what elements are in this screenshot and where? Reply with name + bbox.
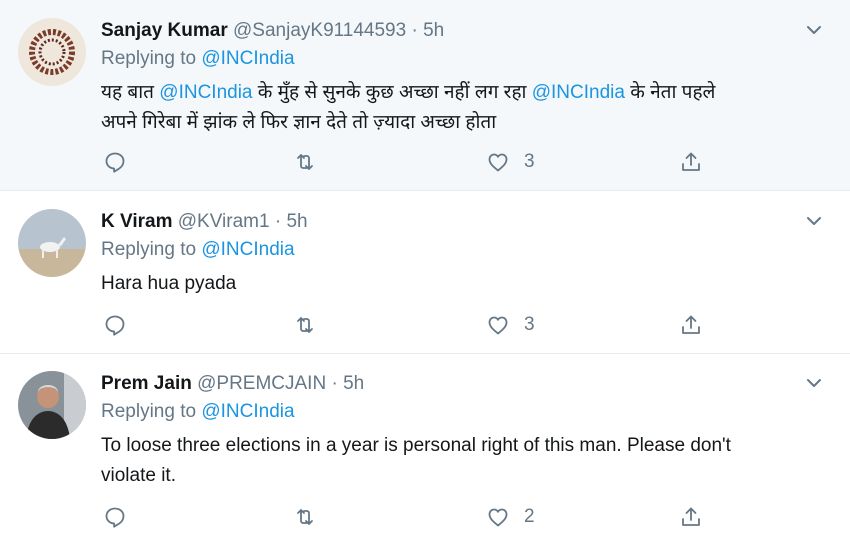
text-segment: violate it. <box>101 465 176 486</box>
mention-link[interactable]: @INCIndia <box>201 239 294 260</box>
replying-to: Replying to @INCIndia <box>101 46 820 76</box>
share-icon <box>682 152 700 171</box>
tweet[interactable]: K Viram @KViram1 · 5h Replying to @INCIn… <box>0 191 850 354</box>
mention-link[interactable]: @INCIndia <box>201 401 294 422</box>
like-button[interactable]: 3 <box>486 312 535 338</box>
heart-icon <box>488 316 508 335</box>
text-segment: अपने गिरेबा में झांक ले फिर ज्ञान देते त… <box>101 112 497 133</box>
reply-button[interactable] <box>103 504 127 530</box>
avatar[interactable] <box>18 18 86 86</box>
mention-link[interactable]: @INCIndia <box>201 48 294 69</box>
reply-icon <box>105 315 125 336</box>
share-icon <box>682 315 700 334</box>
separator-dot: · <box>274 211 282 232</box>
display-name[interactable]: K Viram <box>101 211 172 232</box>
like-count: 2 <box>524 506 535 527</box>
separator-dot: · <box>331 373 338 394</box>
retweet-icon <box>297 154 313 170</box>
like-button[interactable]: 2 <box>486 504 535 530</box>
user-handle[interactable]: @PREMCJAIN <box>197 373 326 394</box>
separator-dot: · <box>411 20 418 41</box>
chevron-down-icon[interactable] <box>804 373 824 393</box>
tweet-actions: 3 <box>101 149 721 175</box>
share-button[interactable] <box>679 312 703 338</box>
share-button[interactable] <box>679 149 703 175</box>
tweet-text: To loose three elections in a year is pe… <box>101 431 820 491</box>
replying-to-label: Replying to <box>101 48 202 69</box>
display-name[interactable]: Sanjay Kumar <box>101 20 228 41</box>
reply-icon <box>105 152 125 173</box>
text-segment: के नेता पहले <box>624 82 716 103</box>
like-button[interactable]: 3 <box>486 149 535 175</box>
avatar[interactable] <box>18 209 86 277</box>
replying-to: Replying to @INCIndia <box>101 399 820 429</box>
tweet-header: K Viram @KViram1 · 5h <box>101 209 821 235</box>
mention-link[interactable]: @INCIndia <box>159 82 252 103</box>
heart-icon <box>488 153 508 172</box>
reply-button[interactable] <box>103 149 127 175</box>
avatar[interactable] <box>18 371 86 439</box>
mention-link[interactable]: @INCIndia <box>532 82 625 103</box>
text-segment: यह बात <box>101 82 160 103</box>
retweet-icon <box>297 317 313 333</box>
like-count: 3 <box>524 151 535 172</box>
user-handle[interactable]: @SanjayK91144593 <box>233 20 406 41</box>
retweet-button[interactable] <box>293 149 317 175</box>
timestamp[interactable]: 5h <box>343 373 364 394</box>
heart-icon <box>488 508 508 527</box>
display-name[interactable]: Prem Jain <box>101 373 192 394</box>
tweet-actions: 2 <box>101 504 721 530</box>
replying-to-label: Replying to <box>101 239 202 260</box>
retweet-icon <box>297 509 313 525</box>
reply-button[interactable] <box>103 312 127 338</box>
share-button[interactable] <box>679 504 703 530</box>
chevron-down-icon[interactable] <box>804 211 824 231</box>
replying-to: Replying to @INCIndia <box>101 237 820 267</box>
tweet-text: Hara hua pyada <box>101 273 237 294</box>
reply-icon <box>105 507 125 528</box>
tweet-actions: 3 <box>101 312 721 338</box>
tweet[interactable]: Prem Jain @PREMCJAIN · 5h Replying to @I… <box>0 354 850 550</box>
tweet-header: Sanjay Kumar @SanjayK91144593 · 5h <box>101 18 821 44</box>
like-count: 3 <box>524 314 535 335</box>
text-segment: To loose three elections in a year is pe… <box>101 435 731 456</box>
timestamp[interactable]: 5h <box>286 211 307 232</box>
retweet-button[interactable] <box>293 504 317 530</box>
tweet[interactable]: Sanjay Kumar @SanjayK91144593 · 5h Reply… <box>0 0 850 191</box>
chevron-down-icon[interactable] <box>804 20 824 40</box>
tweet-text: यह बात @INCIndia के मुँह से सुनके कुछ अच… <box>101 78 820 138</box>
tweet-header: Prem Jain @PREMCJAIN · 5h <box>101 371 821 397</box>
timestamp[interactable]: 5h <box>423 20 444 41</box>
replying-to-label: Replying to <box>101 401 202 422</box>
share-icon <box>682 507 700 526</box>
text-segment: के मुँह से सुनके कुछ अच्छा नहीं लग रहा <box>252 82 532 103</box>
retweet-button[interactable] <box>293 312 317 338</box>
reply-feed: Sanjay Kumar @SanjayK91144593 · 5h Reply… <box>0 0 850 550</box>
user-handle[interactable]: @KViram1 <box>178 211 270 232</box>
